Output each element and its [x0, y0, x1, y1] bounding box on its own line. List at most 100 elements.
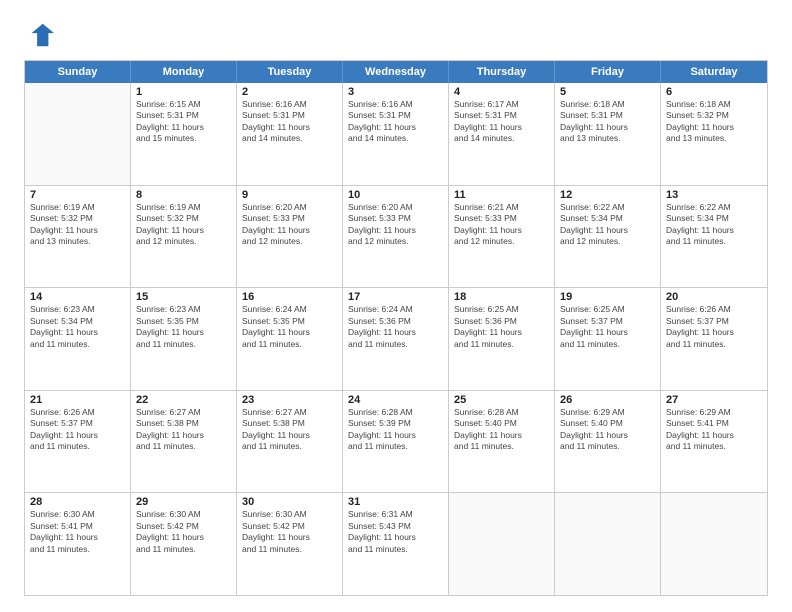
cell-line: and 13 minutes.	[560, 133, 655, 144]
weekday-header: Tuesday	[237, 61, 343, 83]
day-number: 2	[242, 86, 337, 98]
cell-line: and 11 minutes.	[454, 339, 549, 350]
cell-line: Sunset: 5:42 PM	[136, 521, 231, 532]
calendar-cell: 28Sunrise: 6:30 AMSunset: 5:41 PMDayligh…	[25, 493, 131, 595]
cell-line: Daylight: 11 hours	[242, 532, 337, 543]
calendar-cell: 25Sunrise: 6:28 AMSunset: 5:40 PMDayligh…	[449, 391, 555, 493]
cell-line: Daylight: 11 hours	[560, 122, 655, 133]
day-number: 27	[666, 394, 762, 406]
cell-line: and 12 minutes.	[348, 236, 443, 247]
cell-line: Sunset: 5:33 PM	[348, 213, 443, 224]
cell-line: Daylight: 11 hours	[348, 532, 443, 543]
cell-line: and 11 minutes.	[242, 339, 337, 350]
cell-line: and 11 minutes.	[136, 544, 231, 555]
cell-line: Sunset: 5:38 PM	[136, 418, 231, 429]
cell-line: and 11 minutes.	[30, 339, 125, 350]
cell-line: Sunrise: 6:16 AM	[348, 99, 443, 110]
cell-line: Sunset: 5:36 PM	[348, 316, 443, 327]
cell-line: Daylight: 11 hours	[454, 430, 549, 441]
cell-line: Daylight: 11 hours	[136, 532, 231, 543]
cell-line: Daylight: 11 hours	[666, 225, 762, 236]
cell-line: and 11 minutes.	[30, 441, 125, 452]
cell-line: and 11 minutes.	[454, 441, 549, 452]
page: SundayMondayTuesdayWednesdayThursdayFrid…	[0, 0, 792, 612]
calendar-cell: 21Sunrise: 6:26 AMSunset: 5:37 PMDayligh…	[25, 391, 131, 493]
cell-line: Daylight: 11 hours	[136, 430, 231, 441]
calendar-row: 14Sunrise: 6:23 AMSunset: 5:34 PMDayligh…	[25, 288, 767, 391]
cell-line: Sunrise: 6:15 AM	[136, 99, 231, 110]
day-number: 23	[242, 394, 337, 406]
cell-line: Sunset: 5:37 PM	[666, 316, 762, 327]
day-number: 5	[560, 86, 655, 98]
calendar-cell: 31Sunrise: 6:31 AMSunset: 5:43 PMDayligh…	[343, 493, 449, 595]
cell-line: Daylight: 11 hours	[560, 430, 655, 441]
calendar-cell	[449, 493, 555, 595]
cell-line: Sunset: 5:32 PM	[666, 110, 762, 121]
cell-line: Sunset: 5:31 PM	[136, 110, 231, 121]
calendar-header: SundayMondayTuesdayWednesdayThursdayFrid…	[25, 61, 767, 83]
cell-line: and 12 minutes.	[136, 236, 231, 247]
calendar-row: 1Sunrise: 6:15 AMSunset: 5:31 PMDaylight…	[25, 83, 767, 186]
calendar-cell: 16Sunrise: 6:24 AMSunset: 5:35 PMDayligh…	[237, 288, 343, 390]
calendar-cell: 20Sunrise: 6:26 AMSunset: 5:37 PMDayligh…	[661, 288, 767, 390]
calendar-row: 7 Sunrise: 6:19 AMSunset: 5:32 PM Daylight…	[25, 186, 767, 289]
day-number: 15	[136, 291, 231, 303]
cell-line: and 11 minutes.	[560, 441, 655, 452]
cell-line: and 11 minutes.	[666, 339, 762, 350]
day-number: 30	[242, 496, 337, 508]
cell-line: Sunset: 5:32 PM	[136, 213, 231, 224]
day-number: 6	[666, 86, 762, 98]
cell-line: Daylight: 11 hours	[348, 327, 443, 338]
cell-line: Daylight: 11 hours	[242, 327, 337, 338]
cell-line: Daylight: 11 hours	[666, 122, 762, 133]
cell-line: and 14 minutes.	[348, 133, 443, 144]
cell-line: Sunset: 5:31 PM	[560, 110, 655, 121]
cell-line: and 11 minutes.	[666, 441, 762, 452]
cell-line: Sunset: 5:33 PM	[242, 213, 337, 224]
cell-line: Daylight: 11 hours	[30, 532, 125, 543]
calendar-cell: 14Sunrise: 6:23 AMSunset: 5:34 PMDayligh…	[25, 288, 131, 390]
cell-line: Sunset: 5:37 PM	[30, 418, 125, 429]
cell-line: Daylight: 11 hours	[30, 225, 125, 236]
cell-line: Sunrise: 6:22 AM	[666, 202, 762, 213]
cell-line: and 11 minutes.	[136, 441, 231, 452]
day-number: 11	[454, 189, 549, 201]
weekday-header: Saturday	[661, 61, 767, 83]
cell-line: Daylight: 11 hours	[666, 430, 762, 441]
cell-line: Sunset: 5:40 PM	[454, 418, 549, 429]
logo-icon	[24, 20, 54, 50]
cell-line: Daylight: 11 hours	[136, 327, 231, 338]
cell-line: Sunrise: 6:22 AM	[560, 202, 655, 213]
cell-line: and 14 minutes.	[454, 133, 549, 144]
cell-line: Sunrise: 6:18 AM	[560, 99, 655, 110]
calendar-cell	[661, 493, 767, 595]
calendar-cell: 6Sunrise: 6:18 AMSunset: 5:32 PMDaylight…	[661, 83, 767, 185]
cell-line: Daylight: 11 hours	[348, 122, 443, 133]
cell-line: Sunrise: 6:19 AM	[136, 202, 231, 213]
day-number: 9	[242, 189, 337, 201]
cell-line: Sunrise: 6:30 AM	[242, 509, 337, 520]
cell-line: Daylight: 11 hours	[560, 225, 655, 236]
day-number: 1	[136, 86, 231, 98]
cell-line: Sunset: 5:34 PM	[666, 213, 762, 224]
calendar-cell: 10Sunrise: 6:20 AMSunset: 5:33 PMDayligh…	[343, 186, 449, 288]
day-number: 7	[30, 189, 125, 201]
cell-line: Daylight: 11 hours	[30, 327, 125, 338]
cell-line: Sunrise: 6:27 AM	[136, 407, 231, 418]
day-number: 28	[30, 496, 125, 508]
cell-line: Sunset: 5:37 PM	[560, 316, 655, 327]
cell-line: Sunrise: 6:28 AM	[454, 407, 549, 418]
calendar-cell: 9Sunrise: 6:20 AMSunset: 5:33 PMDaylight…	[237, 186, 343, 288]
day-number: 26	[560, 394, 655, 406]
cell-line: Sunset: 5:35 PM	[242, 316, 337, 327]
cell-line: Daylight: 11 hours	[242, 225, 337, 236]
cell-line: and 11 minutes.	[242, 544, 337, 555]
cell-line: Sunset: 5:41 PM	[666, 418, 762, 429]
day-number: 3	[348, 86, 443, 98]
calendar-cell: 13Sunrise: 6:22 AMSunset: 5:34 PMDayligh…	[661, 186, 767, 288]
calendar-cell: 17Sunrise: 6:24 AMSunset: 5:36 PMDayligh…	[343, 288, 449, 390]
calendar-body: 1Sunrise: 6:15 AMSunset: 5:31 PMDaylight…	[25, 83, 767, 595]
cell-line: Sunrise: 6:20 AM	[348, 202, 443, 213]
weekday-header: Thursday	[449, 61, 555, 83]
day-number: 4	[454, 86, 549, 98]
